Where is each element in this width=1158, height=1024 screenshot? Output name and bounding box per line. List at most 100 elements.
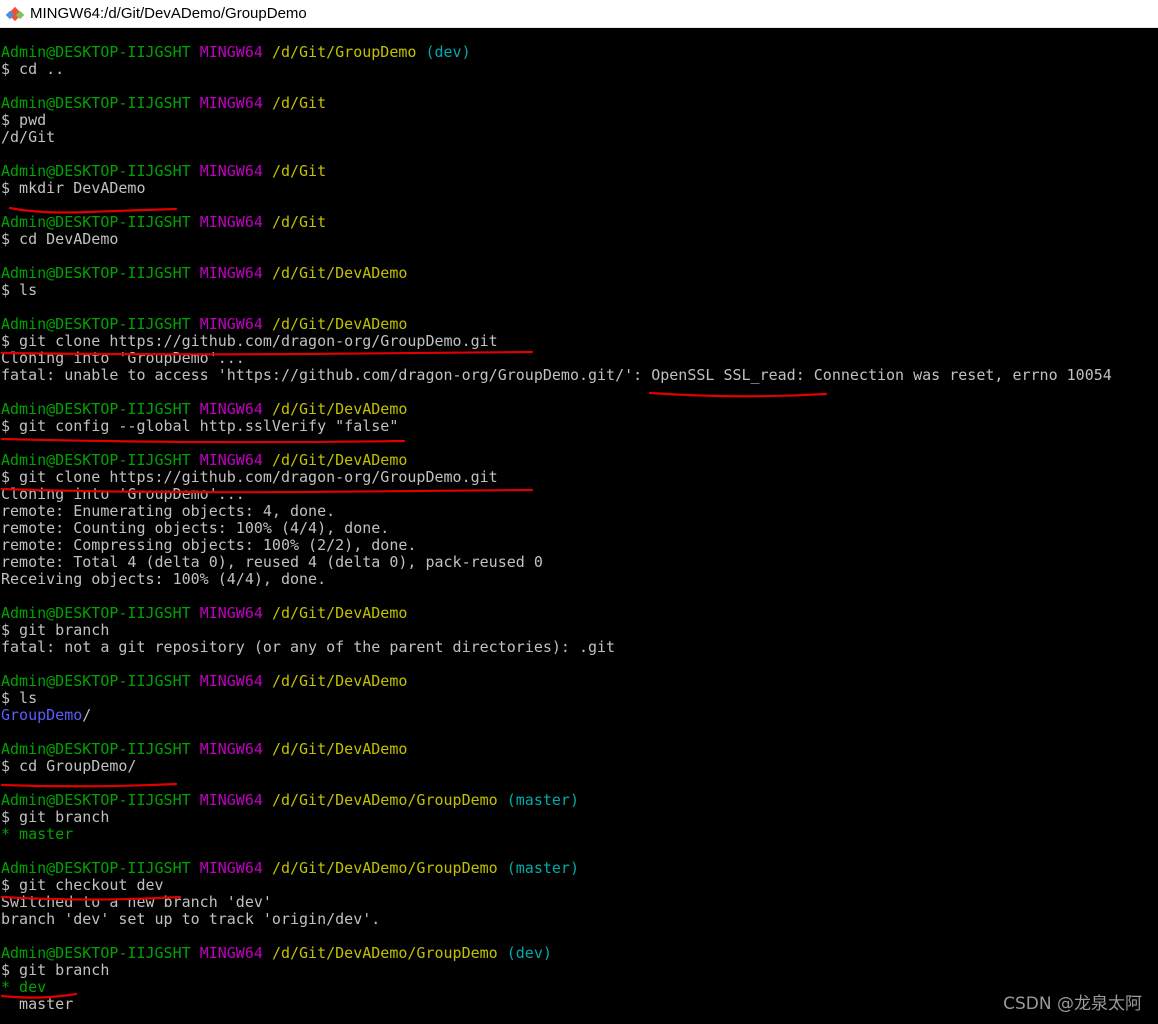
command-text: $ ls — [1, 281, 38, 299]
directory-name: GroupDemo — [1, 706, 83, 724]
terminal-line-prompt: Admin@DESKTOP-IIJGSHT MINGW64 /d/Git — [1, 95, 1112, 112]
terminal-line-out: remote: Compressing objects: 100% (2/2),… — [1, 537, 1112, 554]
terminal-line-cmd: $ git clone https://github.com/dragon-or… — [1, 469, 1112, 486]
terminal-line-out: branch 'dev' set up to track 'origin/dev… — [1, 911, 1112, 928]
prompt-user: Admin@DESKTOP-IIJGSHT — [1, 944, 191, 962]
terminal-line-prompt: Admin@DESKTOP-IIJGSHT MINGW64 /d/Git/Dev… — [1, 741, 1112, 758]
prompt-user: Admin@DESKTOP-IIJGSHT — [1, 672, 191, 690]
prompt-user: Admin@DESKTOP-IIJGSHT — [1, 315, 191, 333]
prompt-user: Admin@DESKTOP-IIJGSHT — [1, 400, 191, 418]
terminal-line-prompt: Admin@DESKTOP-IIJGSHT MINGW64 /d/Git — [1, 214, 1112, 231]
prompt-path: /d/Git/DevADemo — [271, 400, 408, 418]
terminal-line-out: fatal: not a git repository (or any of t… — [1, 639, 1112, 656]
prompt-system: MINGW64 — [199, 451, 263, 469]
prompt-system: MINGW64 — [199, 94, 263, 112]
prompt-system: MINGW64 — [199, 400, 263, 418]
current-branch-text: * master — [1, 825, 74, 843]
prompt-system: MINGW64 — [199, 162, 263, 180]
prompt-user: Admin@DESKTOP-IIJGSHT — [1, 604, 191, 622]
terminal-line-cmd: $ git branch — [1, 962, 1112, 979]
terminal-line-out: Switched to a new branch 'dev' — [1, 894, 1112, 911]
window-title: MINGW64:/d/Git/DevADemo/GroupDemo — [30, 5, 307, 22]
command-text: $ cd DevADemo — [1, 230, 119, 248]
terminal-line-prompt: Admin@DESKTOP-IIJGSHT MINGW64 /d/Git/Dev… — [1, 605, 1112, 622]
terminal-line-out: /d/Git — [1, 129, 1112, 146]
prompt-user: Admin@DESKTOP-IIJGSHT — [1, 43, 191, 61]
terminal-area[interactable]: Admin@DESKTOP-IIJGSHT MINGW64 /d/Git/Gro… — [0, 28, 1158, 1024]
terminal-line-out: remote: Enumerating objects: 4, done. — [1, 503, 1112, 520]
terminal-line-prompt: Admin@DESKTOP-IIJGSHT MINGW64 /d/Git/Gro… — [1, 44, 1112, 61]
command-text: $ cd GroupDemo/ — [1, 757, 137, 775]
prompt-branch: (master) — [506, 859, 579, 877]
prompt-system: MINGW64 — [199, 791, 263, 809]
terminal-line-cmd: $ pwd — [1, 112, 1112, 129]
terminal-line-cmd: $ ls — [1, 690, 1112, 707]
prompt-branch: (master) — [506, 791, 579, 809]
directory-suffix: / — [82, 706, 92, 724]
prompt-path: /d/Git/DevADemo/GroupDemo — [271, 944, 498, 962]
terminal-line-prompt: Admin@DESKTOP-IIJGSHT MINGW64 /d/Git/Dev… — [1, 452, 1112, 469]
output-text: Cloning into 'GroupDemo'... — [1, 485, 245, 503]
terminal-line-cmd: $ mkdir DevADemo — [1, 180, 1112, 197]
terminal-line-cmd: $ git clone https://github.com/dragon-or… — [1, 333, 1112, 350]
command-text: $ git checkout dev — [1, 876, 164, 894]
terminal-line-current: * master — [1, 826, 1112, 843]
terminal-line-out: remote: Counting objects: 100% (4/4), do… — [1, 520, 1112, 537]
terminal-line-prompt: Admin@DESKTOP-IIJGSHT MINGW64 /d/Git/Dev… — [1, 401, 1112, 418]
command-text: $ pwd — [1, 111, 47, 129]
prompt-path: /d/Git/DevADemo — [271, 315, 408, 333]
terminal-line-cmd: $ cd .. — [1, 61, 1112, 78]
terminal-line-out: master — [1, 996, 1112, 1013]
output-text: branch 'dev' set up to track 'origin/dev… — [1, 910, 381, 928]
terminal-line-cmd: $ ls — [1, 282, 1112, 299]
prompt-path: /d/Git/GroupDemo — [271, 43, 417, 61]
terminal-line-prompt: Admin@DESKTOP-IIJGSHT MINGW64 /d/Git — [1, 163, 1112, 180]
output-text: remote: Total 4 (delta 0), reused 4 (del… — [1, 553, 543, 571]
command-text: $ git clone https://github.com/dragon-or… — [1, 468, 498, 486]
command-text: $ git clone https://github.com/dragon-or… — [1, 332, 498, 350]
terminal-line-prompt: Admin@DESKTOP-IIJGSHT MINGW64 /d/Git/Dev… — [1, 316, 1112, 333]
prompt-user: Admin@DESKTOP-IIJGSHT — [1, 740, 191, 758]
prompt-user: Admin@DESKTOP-IIJGSHT — [1, 791, 191, 809]
prompt-user: Admin@DESKTOP-IIJGSHT — [1, 162, 191, 180]
prompt-system: MINGW64 — [199, 315, 263, 333]
prompt-user: Admin@DESKTOP-IIJGSHT — [1, 213, 191, 231]
current-branch-text: * dev — [1, 978, 47, 996]
terminal-line-out: remote: Total 4 (delta 0), reused 4 (del… — [1, 554, 1112, 571]
prompt-user: Admin@DESKTOP-IIJGSHT — [1, 859, 191, 877]
prompt-path: /d/Git — [271, 94, 327, 112]
terminal-output: Admin@DESKTOP-IIJGSHT MINGW64 /d/Git/Gro… — [1, 44, 1112, 1013]
terminal-line-cmd: $ git branch — [1, 809, 1112, 826]
terminal-line-cmd: $ cd GroupDemo/ — [1, 758, 1112, 775]
prompt-user: Admin@DESKTOP-IIJGSHT — [1, 264, 191, 282]
prompt-path: /d/Git — [271, 162, 327, 180]
command-text: $ git branch — [1, 961, 110, 979]
terminal-line-out: Cloning into 'GroupDemo'... — [1, 350, 1112, 367]
prompt-system: MINGW64 — [199, 859, 263, 877]
prompt-system: MINGW64 — [199, 43, 263, 61]
terminal-line-prompt: Admin@DESKTOP-IIJGSHT MINGW64 /d/Git/Dev… — [1, 673, 1112, 690]
prompt-path: /d/Git/DevADemo/GroupDemo — [271, 859, 498, 877]
terminal-line-out: Cloning into 'GroupDemo'... — [1, 486, 1112, 503]
prompt-system: MINGW64 — [199, 264, 263, 282]
terminal-line-prompt: Admin@DESKTOP-IIJGSHT MINGW64 /d/Git/Dev… — [1, 265, 1112, 282]
prompt-system: MINGW64 — [199, 604, 263, 622]
output-text: /d/Git — [1, 128, 56, 146]
command-text: $ ls — [1, 689, 38, 707]
prompt-path: /d/Git/DevADemo/GroupDemo — [271, 791, 498, 809]
command-text: $ git config --global http.sslVerify "fa… — [1, 417, 399, 435]
output-text: Switched to a new branch 'dev' — [1, 893, 272, 911]
terminal-line-cmd: $ git checkout dev — [1, 877, 1112, 894]
prompt-user: Admin@DESKTOP-IIJGSHT — [1, 451, 191, 469]
